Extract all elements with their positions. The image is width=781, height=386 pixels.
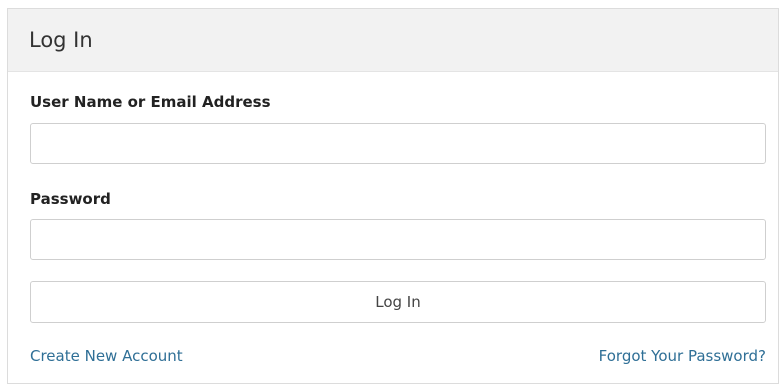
panel-header: Log In xyxy=(8,9,778,72)
login-panel: Log In User Name or Email Address Passwo… xyxy=(7,8,779,384)
panel-title: Log In xyxy=(29,28,93,52)
username-label: User Name or Email Address xyxy=(30,93,271,111)
login-button[interactable]: Log In xyxy=(30,281,766,323)
password-field[interactable] xyxy=(30,219,766,260)
username-field[interactable] xyxy=(30,123,766,164)
forgot-password-link[interactable]: Forgot Your Password? xyxy=(599,347,766,365)
password-label: Password xyxy=(30,190,111,208)
create-account-link[interactable]: Create New Account xyxy=(30,347,183,365)
